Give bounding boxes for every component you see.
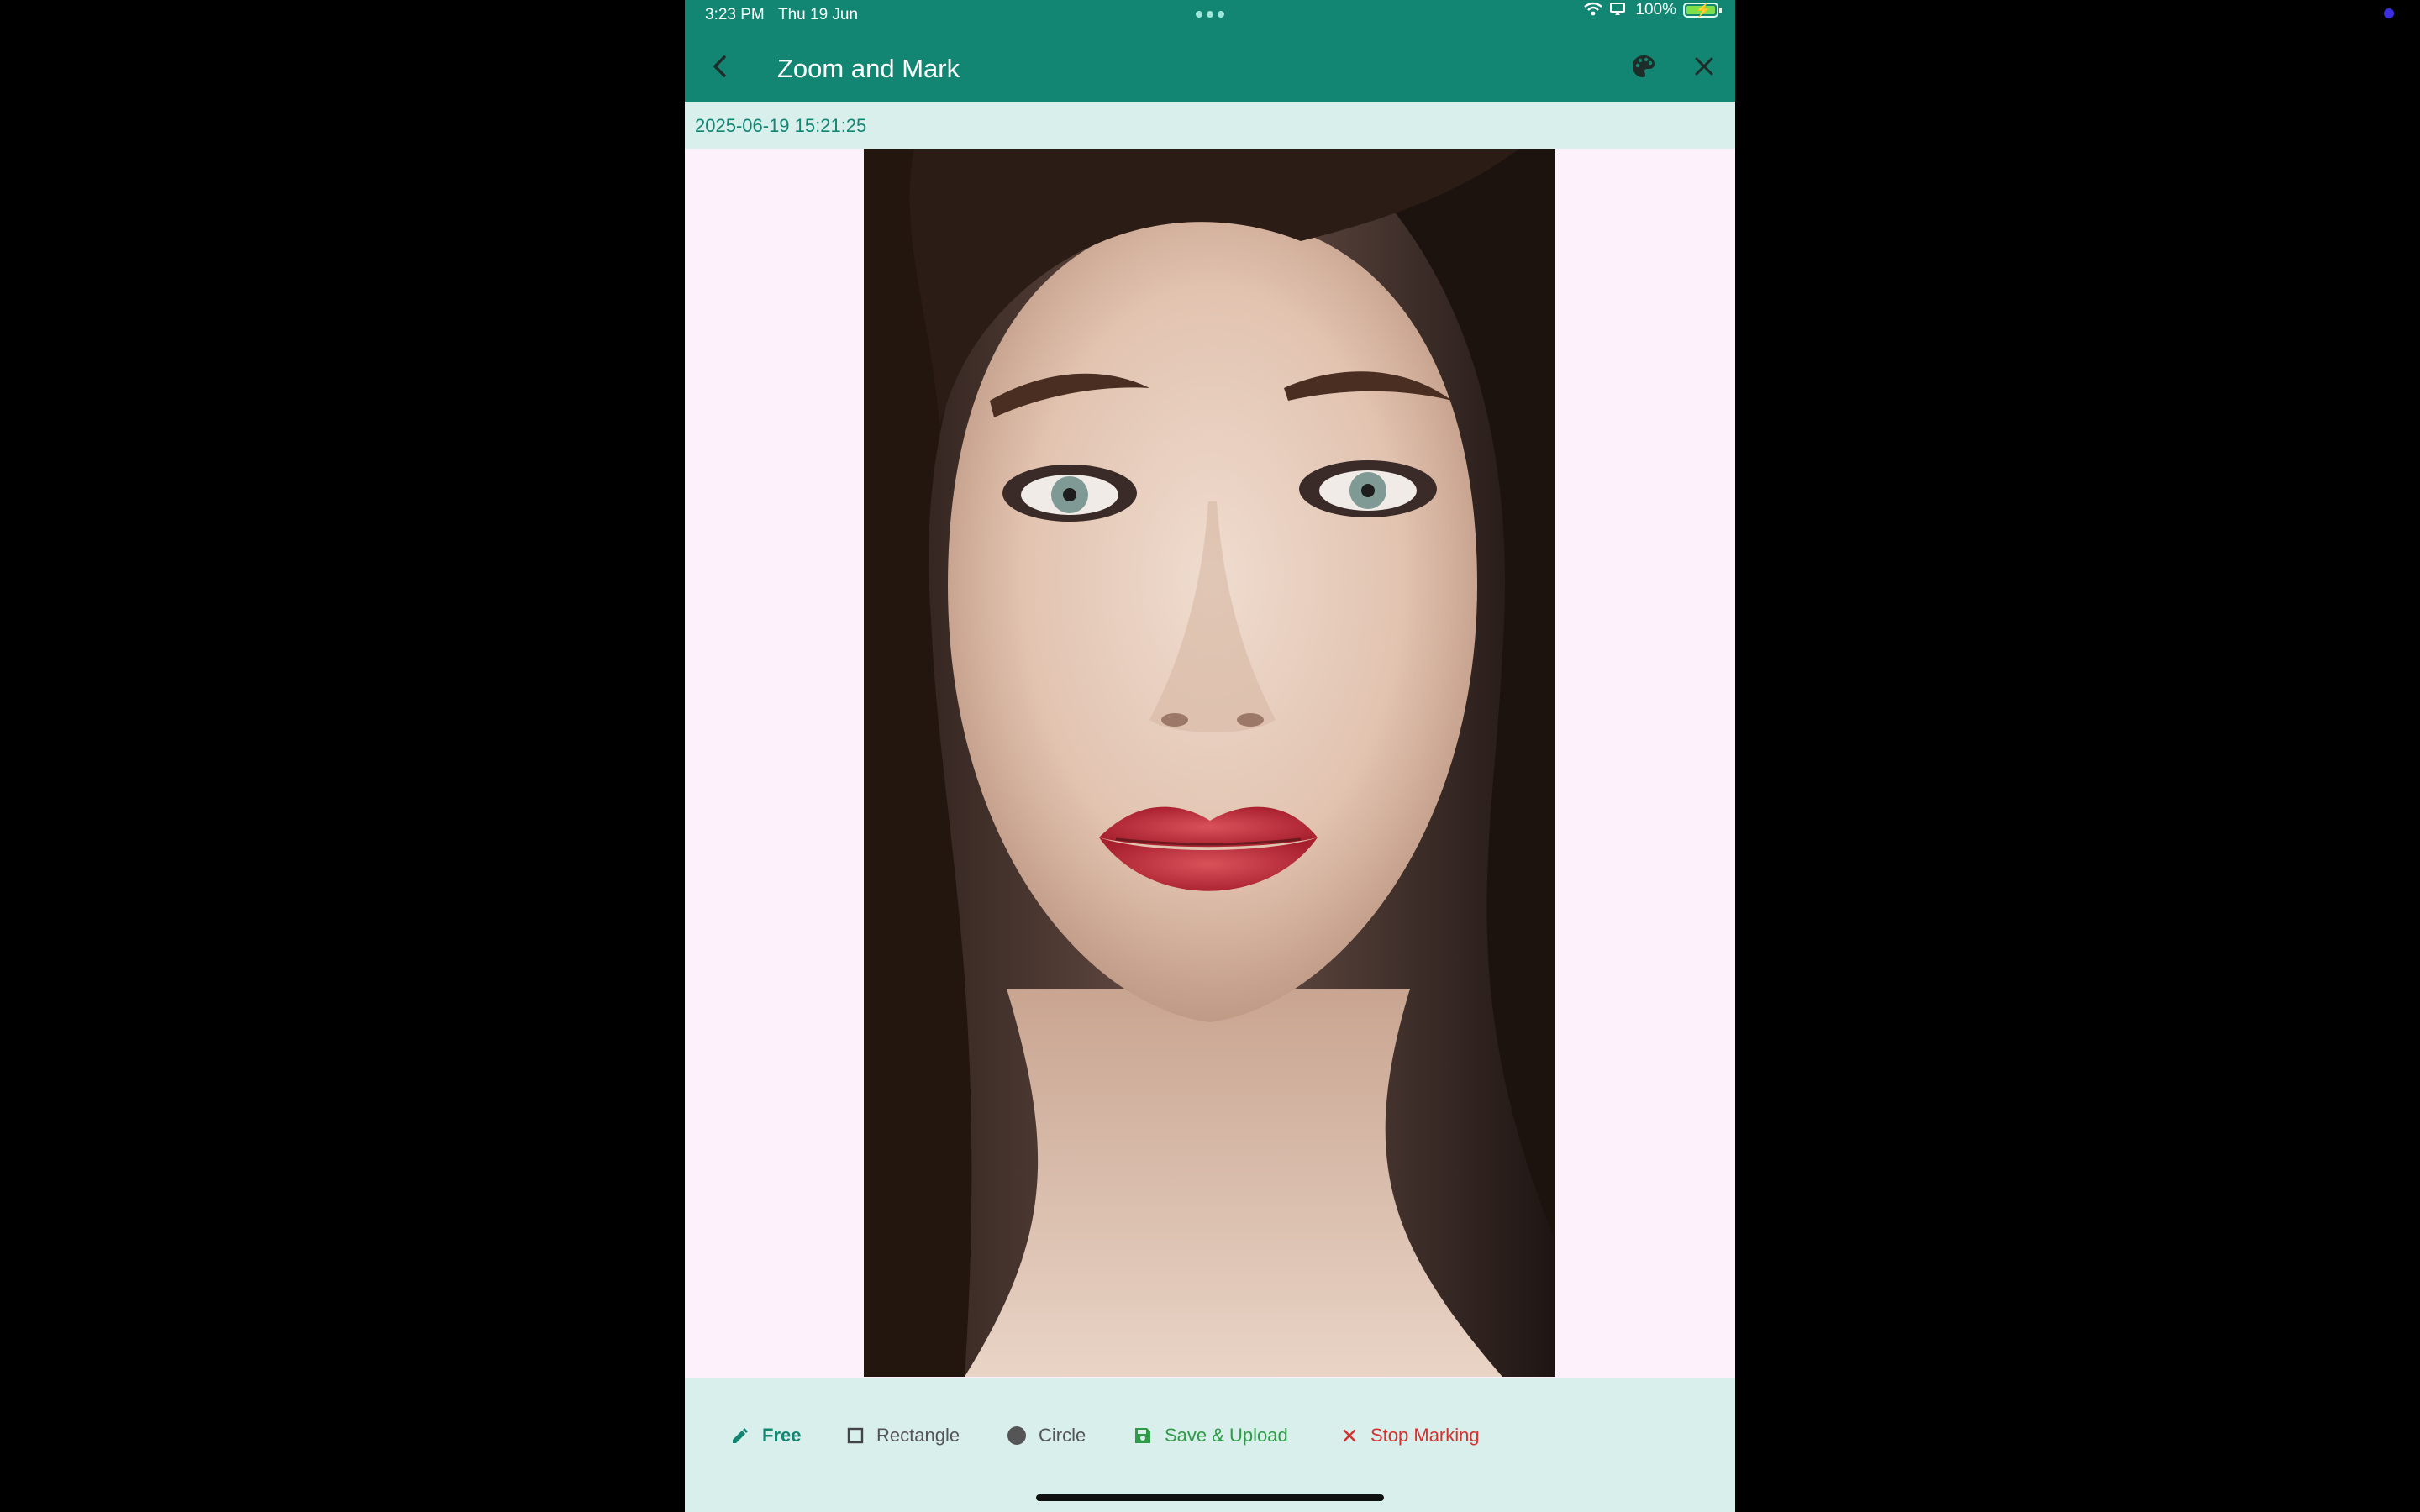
battery-percentage: 100% xyxy=(1635,1,1676,18)
portrait-photo[interactable] xyxy=(864,149,1555,1377)
multitasking-dots-icon[interactable] xyxy=(1196,11,1224,18)
stop-marking-label: Stop Marking xyxy=(1370,1425,1480,1446)
palette-icon xyxy=(1633,55,1655,77)
app-window: 3:23 PM Thu 19 Jun 100% ⚡ Zoom and Mark xyxy=(685,0,1735,1512)
tool-rectangle-label: Rectangle xyxy=(876,1425,960,1446)
privacy-indicator-dot xyxy=(2384,8,2394,18)
tool-rectangle-button[interactable]: Rectangle xyxy=(846,1415,960,1457)
close-button[interactable] xyxy=(1690,52,1718,81)
save-upload-label: Save & Upload xyxy=(1165,1425,1288,1446)
close-icon xyxy=(1343,1429,1356,1442)
page-title: Zoom and Mark xyxy=(777,54,960,83)
chevron-left-icon xyxy=(713,55,726,77)
back-button[interactable] xyxy=(705,50,737,82)
status-bar: 3:23 PM Thu 19 Jun 100% ⚡ xyxy=(685,0,1735,30)
pencil-icon xyxy=(733,1428,748,1443)
wifi-icon xyxy=(1584,2,1602,16)
battery-icon: ⚡ xyxy=(1683,3,1722,18)
square-outline-icon xyxy=(847,1427,864,1444)
tool-circle-button[interactable]: Circle xyxy=(1007,1415,1086,1457)
palette-button[interactable] xyxy=(1629,52,1658,81)
photo-timestamp: 2025-06-19 15:21:25 xyxy=(695,115,867,136)
app-bar: 3:23 PM Thu 19 Jun 100% ⚡ Zoom and Mark xyxy=(685,0,1735,102)
tool-circle-label: Circle xyxy=(1039,1425,1086,1446)
save-upload-button[interactable]: Save & Upload xyxy=(1133,1415,1288,1457)
timestamp-bar: 2025-06-19 15:21:25 xyxy=(685,102,1735,149)
tool-free-label: Free xyxy=(762,1425,802,1446)
tool-free-button[interactable]: Free xyxy=(730,1415,801,1457)
save-icon xyxy=(1135,1428,1150,1443)
home-indicator[interactable] xyxy=(1036,1494,1384,1501)
status-date: Thu 19 Jun xyxy=(778,6,859,24)
stop-marking-button[interactable]: Stop Marking xyxy=(1340,1415,1480,1457)
close-icon xyxy=(1695,57,1713,76)
circle-filled-icon xyxy=(1007,1426,1026,1445)
marking-toolbar: Free Rectangle Circle Save & Upload Stop… xyxy=(685,1378,1735,1512)
status-time: 3:23 PM xyxy=(705,6,765,24)
screen-mirroring-icon xyxy=(1610,3,1625,15)
